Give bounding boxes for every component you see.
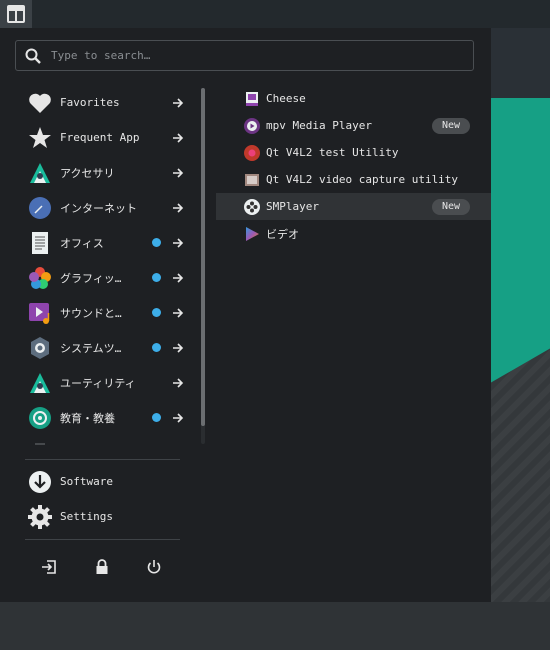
video-icon	[244, 226, 260, 242]
accessories-icon	[28, 161, 52, 185]
launcher-icon	[7, 5, 25, 23]
category-multimedia[interactable]: サウンドと…	[25, 295, 200, 330]
session-buttons	[25, 556, 180, 578]
category-favorites[interactable]: Favorites	[25, 85, 200, 120]
app-label: SMPlayer	[266, 200, 319, 213]
category-label: アクセサリ	[60, 166, 115, 180]
app-item-qv4l2[interactable]: Qt V4L2 test Utility	[216, 139, 491, 166]
graphics-icon	[28, 266, 52, 290]
category-label: ユーティリティ	[60, 376, 136, 390]
new-indicator-dot	[152, 413, 161, 422]
divider	[25, 459, 180, 460]
wallpaper-shape-dark	[490, 28, 550, 98]
top-panel	[0, 0, 550, 28]
category-office[interactable]: オフィス	[25, 225, 200, 260]
cheese-icon	[244, 91, 260, 107]
arrow-right-icon	[173, 412, 184, 423]
category-partial	[25, 435, 200, 445]
category-graphics[interactable]: グラフィッ…	[25, 260, 200, 295]
arrow-right-icon	[173, 167, 184, 178]
new-indicator-dot	[152, 238, 161, 247]
divider	[25, 539, 180, 540]
arrow-right-icon	[173, 272, 184, 283]
scrollbar-thumb[interactable]	[201, 88, 205, 426]
new-indicator-dot	[152, 308, 161, 317]
smplayer-icon	[244, 198, 260, 215]
category-label: システムツ…	[60, 341, 122, 355]
settings-label: Settings	[60, 510, 113, 523]
gear-icon	[28, 504, 52, 529]
app-item-mpv[interactable]: mpv Media Player New	[216, 112, 491, 139]
category-internet[interactable]: インターネット	[25, 190, 200, 225]
qvidcap-icon	[244, 172, 260, 188]
arrow-right-icon	[173, 307, 184, 318]
education-icon	[28, 406, 52, 430]
new-badge: New	[432, 198, 470, 215]
app-label: Qt V4L2 test Utility	[266, 146, 399, 159]
logout-button[interactable]	[38, 556, 60, 578]
app-list: Cheese mpv Media Player New Qt V4L2 test…	[216, 85, 491, 247]
app-item-smplayer[interactable]: SMPlayer New	[216, 193, 491, 220]
internet-icon	[28, 196, 52, 220]
category-list: Favorites Frequent Apps アクセサリ インターネット オフ…	[25, 85, 200, 445]
lock-button[interactable]	[91, 556, 113, 578]
category-accessories[interactable]: アクセサリ	[25, 155, 200, 190]
star-icon	[28, 126, 52, 150]
arrow-right-icon	[173, 237, 184, 248]
heart-icon	[28, 91, 52, 115]
new-indicator-dot	[152, 343, 161, 352]
settings-button[interactable]: Settings	[25, 499, 185, 534]
app-item-qvidcap[interactable]: Qt V4L2 video capture utility	[216, 166, 491, 193]
category-frequent-apps[interactable]: Frequent Apps	[25, 120, 200, 155]
search-icon	[25, 48, 41, 64]
multimedia-icon	[28, 301, 52, 325]
utilities-icon	[28, 371, 52, 395]
office-icon	[28, 231, 52, 255]
briefcase-icon	[28, 441, 52, 445]
arrow-right-icon	[173, 97, 184, 108]
app-label: mpv Media Player	[266, 119, 372, 132]
category-system-tools[interactable]: システムツ…	[25, 330, 200, 365]
app-launcher-button[interactable]	[0, 0, 32, 28]
category-label: Frequent Apps	[60, 131, 140, 144]
category-utilities[interactable]: ユーティリティ	[25, 365, 200, 400]
logout-icon	[42, 560, 56, 574]
app-label: ビデオ	[266, 227, 299, 241]
arrow-right-icon	[173, 132, 184, 143]
category-label: グラフィッ…	[60, 271, 122, 285]
lock-icon	[96, 559, 108, 574]
category-label: サウンドと…	[60, 306, 122, 320]
power-button[interactable]	[143, 556, 165, 578]
arrow-right-icon	[173, 377, 184, 388]
desktop-bottom	[0, 602, 550, 650]
search-input[interactable]	[49, 48, 453, 63]
search-box[interactable]	[15, 40, 474, 71]
application-menu: Favorites Frequent Apps アクセサリ インターネット	[0, 28, 491, 602]
app-item-cheese[interactable]: Cheese	[216, 85, 491, 112]
arrow-right-icon	[173, 202, 184, 213]
app-item-video[interactable]: ビデオ	[216, 220, 491, 247]
category-label: Favorites	[60, 96, 120, 109]
app-label: Qt V4L2 video capture utility	[266, 173, 459, 186]
power-icon	[147, 560, 161, 574]
category-label: インターネット	[60, 201, 137, 215]
app-label: Cheese	[266, 92, 306, 105]
system-tools-icon	[28, 336, 52, 360]
category-education[interactable]: 教育・教養	[25, 400, 200, 435]
new-indicator-dot	[152, 273, 161, 282]
new-badge: New	[432, 117, 470, 134]
software-button[interactable]: Software	[25, 464, 185, 499]
category-label: 教育・教養	[60, 411, 115, 425]
qv4l2-icon	[244, 144, 260, 161]
arrow-right-icon	[173, 342, 184, 353]
category-label: オフィス	[60, 236, 104, 250]
software-label: Software	[60, 475, 113, 488]
download-icon	[28, 470, 52, 494]
mpv-icon	[244, 117, 260, 134]
